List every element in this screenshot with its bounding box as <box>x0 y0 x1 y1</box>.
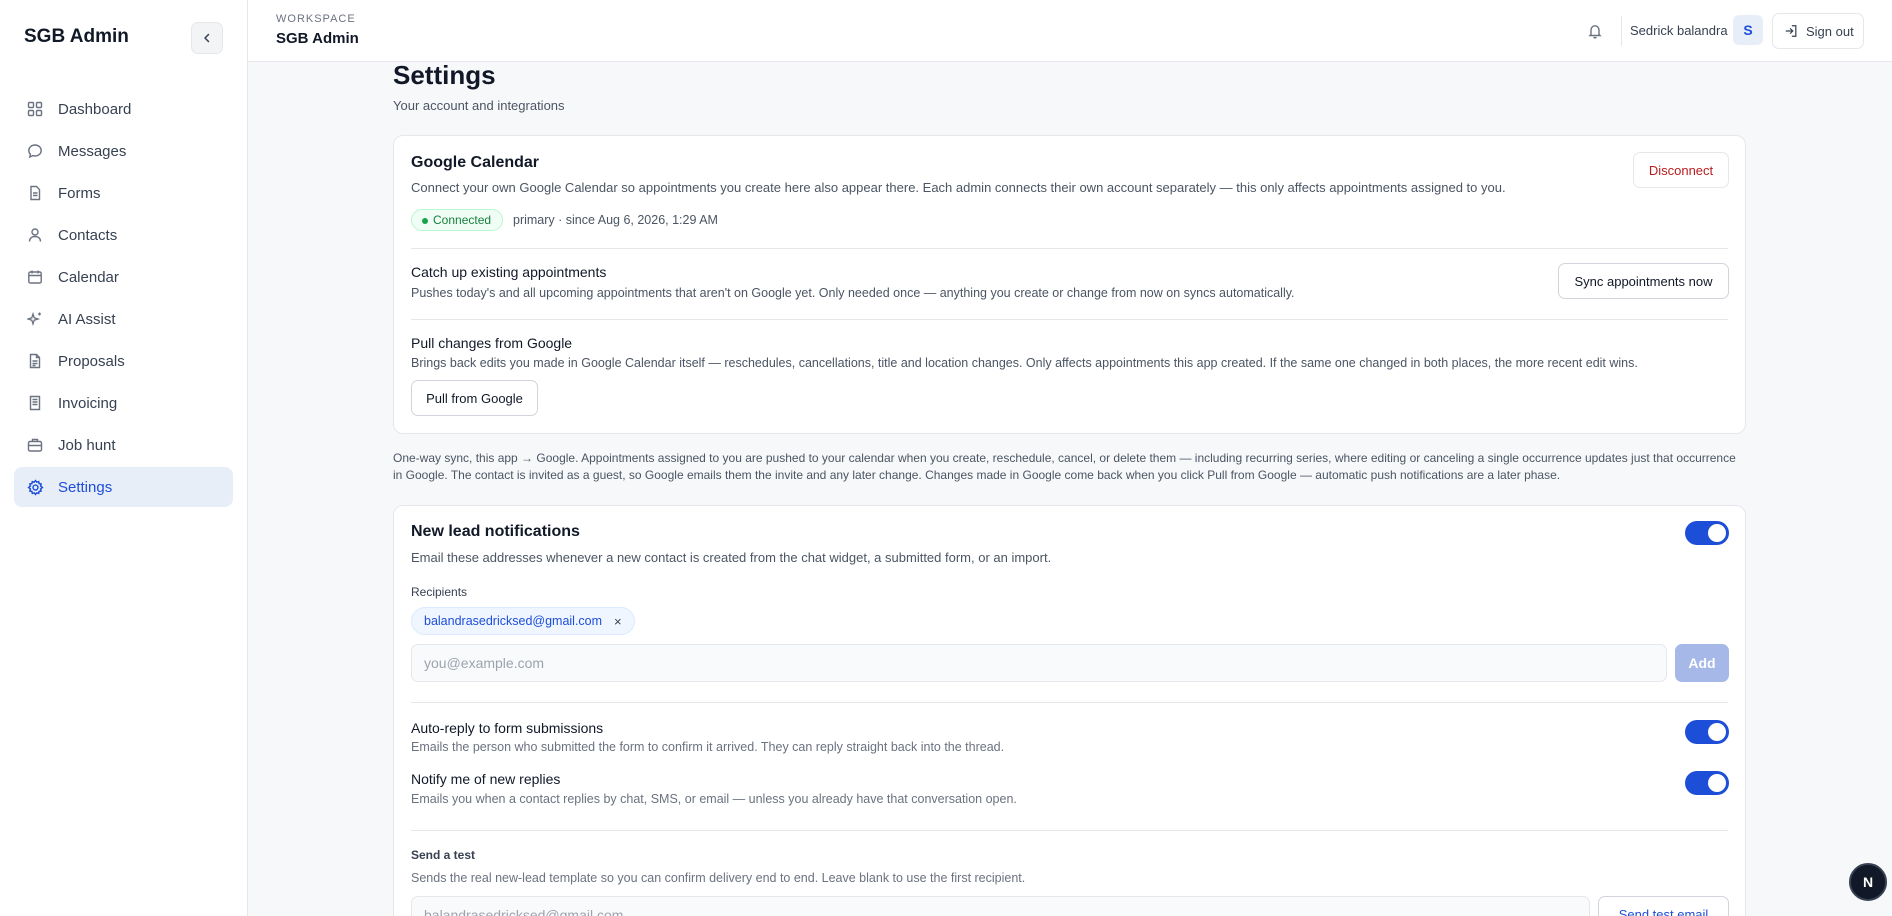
sidebar-item-contacts[interactable]: Contacts <box>14 215 233 255</box>
google-calendar-title: Google Calendar <box>411 154 540 171</box>
status-badge: Connected <box>411 209 504 231</box>
autoreply-title: Auto-reply to form submissions <box>411 720 604 736</box>
sign-out-button[interactable]: Sign out <box>1772 13 1864 49</box>
remove-recipient-icon[interactable]: × <box>614 614 622 629</box>
send-test-email-button[interactable]: Send test email <box>1598 896 1729 916</box>
page-subtitle: Your account and integrations <box>393 98 565 113</box>
pull-title: Pull changes from Google <box>411 335 573 351</box>
workspace-label: WORKSPACE <box>276 13 356 25</box>
sign-out-icon <box>1785 25 1797 37</box>
topbar-divider <box>1621 16 1622 46</box>
test-email-input[interactable]: balandrasedricksed@gmail.com <box>411 896 1590 916</box>
document-icon <box>26 184 44 202</box>
lead-notifications-description: Email these addresses whenever a new con… <box>411 550 1052 565</box>
sidebar-item-settings[interactable]: Settings <box>14 467 233 507</box>
sidebar-item-label: Messages <box>58 142 127 160</box>
sidebar-item-dashboard[interactable]: Dashboard <box>14 89 233 129</box>
calendar-icon <box>26 268 44 286</box>
replies-description: Emails you when a contact replies by cha… <box>411 792 1017 806</box>
sidebar-item-label: Calendar <box>58 268 119 286</box>
pull-from-google-button[interactable]: Pull from Google <box>411 380 538 416</box>
sidebar-item-calendar[interactable]: Calendar <box>14 257 233 297</box>
google-calendar-card: Google Calendar Connect your own Google … <box>393 135 1746 434</box>
sidebar-item-label: Dashboard <box>58 100 132 118</box>
sidebar-item-label: Forms <box>58 184 101 202</box>
recipients-label: Recipients <box>411 585 468 599</box>
recipient-chip: balandrasedricksed@gmail.com × <box>411 607 635 635</box>
sidebar-item-invoicing[interactable]: Invoicing <box>14 383 233 423</box>
catchup-description: Pushes today's and all upcoming appointm… <box>411 286 1295 300</box>
user-icon <box>26 226 44 244</box>
floating-assistant-button[interactable]: N <box>1849 863 1887 901</box>
add-recipient-button[interactable]: Add <box>1675 644 1729 682</box>
sparkle-icon <box>26 310 44 328</box>
brand-title: SGB Admin <box>24 26 129 47</box>
send-test-description: Sends the real new-lead template so you … <box>411 871 1026 885</box>
send-test-title: Send a test <box>411 848 476 862</box>
divider <box>411 248 1728 249</box>
file-text-icon <box>26 352 44 370</box>
chat-bubble-icon <box>26 142 44 160</box>
sidebar-item-proposals[interactable]: Proposals <box>14 341 233 381</box>
sidebar-item-job-hunt[interactable]: Job hunt <box>14 425 233 465</box>
workspace-name: SGB Admin <box>276 30 359 47</box>
catchup-title: Catch up existing appointments <box>411 264 607 280</box>
page-title: Settings <box>393 60 496 90</box>
autoreply-description: Emails the person who submitted the form… <box>411 740 1005 754</box>
gear-icon <box>26 478 44 496</box>
grid-icon <box>26 100 44 118</box>
recipient-email: balandrasedricksed@gmail.com <box>424 614 603 628</box>
briefcase-icon <box>26 436 44 454</box>
receipt-icon <box>26 394 44 412</box>
notifications-bell-icon[interactable] <box>1584 20 1606 42</box>
sync-appointments-button[interactable]: Sync appointments now <box>1558 263 1729 299</box>
top-bar: WORKSPACE SGB Admin Sedrick balandra S S… <box>248 0 1892 62</box>
lead-notifications-card: New lead notifications Email these addre… <box>393 505 1746 916</box>
avatar[interactable]: S <box>1733 15 1763 45</box>
lead-notifications-title: New lead notifications <box>411 523 580 540</box>
chevron-left-icon <box>204 33 210 43</box>
sidebar-item-label: Invoicing <box>58 394 118 412</box>
sidebar-item-ai-assist[interactable]: AI Assist <box>14 299 233 339</box>
divider <box>411 702 1728 703</box>
divider <box>411 830 1728 831</box>
divider <box>411 319 1728 320</box>
sidebar-item-label: Settings <box>58 478 113 496</box>
sidebar-item-messages[interactable]: Messages <box>14 131 233 171</box>
sign-out-label: Sign out <box>1806 23 1854 39</box>
sidebar-item-forms[interactable]: Forms <box>14 173 233 213</box>
replies-toggle[interactable] <box>1685 771 1729 795</box>
sidebar: SGB Admin Dashboard Messages Forms Conta… <box>0 0 248 916</box>
sync-note: One-way sync, this app → Google. Appoint… <box>393 451 1736 482</box>
connection-detail: primary · since Aug 6, 2026, 1:29 AM <box>513 213 718 227</box>
sidebar-item-label: AI Assist <box>58 310 116 328</box>
user-name: Sedrick balandra <box>1630 23 1728 38</box>
lead-notifications-toggle[interactable] <box>1685 521 1729 545</box>
sidebar-item-label: Contacts <box>58 226 118 244</box>
autoreply-toggle[interactable] <box>1685 720 1729 744</box>
sidebar-item-label: Proposals <box>58 352 125 370</box>
google-calendar-description: Connect your own Google Calendar so appo… <box>411 180 1506 195</box>
collapse-sidebar-button[interactable] <box>191 22 223 54</box>
disconnect-button[interactable]: Disconnect <box>1633 152 1729 188</box>
pull-description: Brings back edits you made in Google Cal… <box>411 356 1638 370</box>
sidebar-nav: Dashboard Messages Forms Contacts Calend… <box>14 89 233 509</box>
sidebar-item-label: Job hunt <box>58 436 116 454</box>
replies-title: Notify me of new replies <box>411 771 561 787</box>
recipient-email-input[interactable]: you@example.com <box>411 644 1667 682</box>
